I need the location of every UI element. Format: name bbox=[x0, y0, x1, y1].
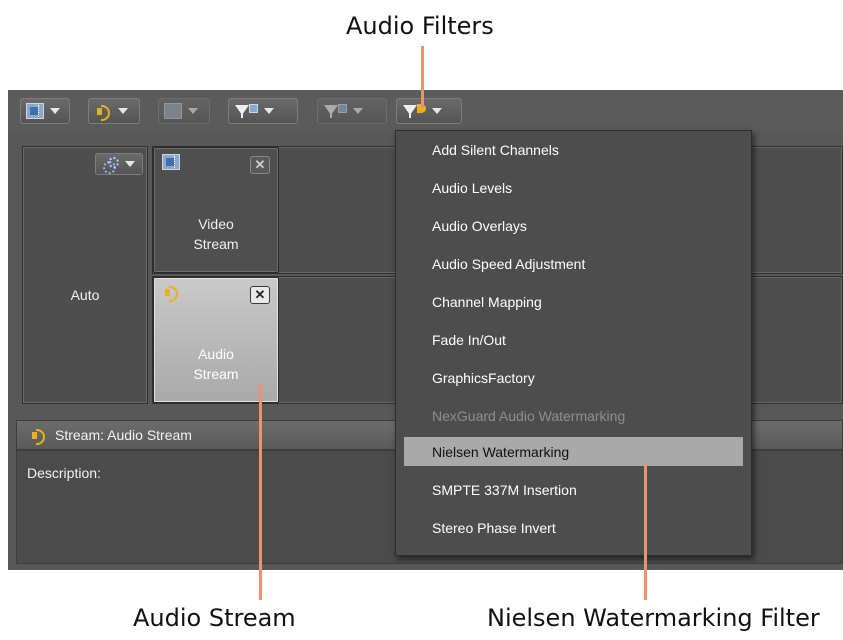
chevron-down-icon bbox=[432, 108, 442, 114]
add-audio-stream-button[interactable] bbox=[88, 98, 140, 124]
menu-item-channel-mapping[interactable]: Channel Mapping bbox=[404, 287, 743, 316]
menu-item-smpte-337m-insertion[interactable]: SMPTE 337M Insertion bbox=[404, 475, 743, 504]
video-stream-tile[interactable]: ✕ Video Stream bbox=[153, 147, 279, 273]
audio-filters-menu: Add Silent Channels Audio Levels Audio O… bbox=[395, 130, 752, 556]
menu-item-nielsen-watermarking[interactable]: Nielsen Watermarking bbox=[404, 437, 743, 466]
data-filters-button[interactable] bbox=[317, 98, 387, 124]
callout-nielsen-filter: Nielsen Watermarking Filter bbox=[487, 604, 820, 632]
video-stream-label: Video Stream bbox=[193, 216, 239, 252]
video-icon bbox=[162, 154, 180, 170]
callout-audio-filters: Audio Filters bbox=[346, 12, 494, 40]
chevron-down-icon bbox=[264, 108, 274, 114]
application-window: Auto ✕ Video Stream ✕ Audio Stream Stream:… bbox=[8, 90, 843, 570]
menu-item-stereo-phase-invert[interactable]: Stereo Phase Invert bbox=[404, 513, 743, 542]
auto-panel[interactable]: Auto bbox=[22, 146, 148, 404]
callout-audio-stream: Audio Stream bbox=[133, 604, 296, 632]
menu-item-audio-speed-adjustment[interactable]: Audio Speed Adjustment bbox=[404, 249, 743, 278]
description-label: Description: bbox=[27, 465, 101, 481]
add-video-stream-button[interactable] bbox=[20, 98, 70, 124]
audio-icon bbox=[94, 103, 112, 121]
menu-item-add-silent-channels[interactable]: Add Silent Channels bbox=[404, 135, 743, 164]
leader-line-audio-stream bbox=[259, 384, 262, 600]
leader-line-nielsen-filter bbox=[644, 464, 647, 600]
menu-item-nexguard-audio-watermarking: NexGuard Audio Watermarking bbox=[432, 407, 626, 424]
leader-line-audio-filters bbox=[421, 46, 424, 108]
chevron-down-icon bbox=[50, 108, 60, 114]
auto-settings-dropdown[interactable] bbox=[95, 153, 143, 175]
auto-label: Auto bbox=[70, 287, 100, 303]
video-icon bbox=[26, 103, 44, 119]
menu-item-graphicsfactory[interactable]: GraphicsFactory bbox=[404, 363, 743, 392]
audio-icon bbox=[29, 427, 47, 445]
audio-stream-label: Audio Stream bbox=[193, 346, 239, 382]
gear-icon bbox=[103, 157, 119, 174]
chevron-down-icon bbox=[118, 108, 128, 114]
data-filter-icon bbox=[323, 103, 347, 119]
menu-item-fade-in-out[interactable]: Fade In/Out bbox=[404, 325, 743, 354]
remove-video-stream-button[interactable]: ✕ bbox=[250, 156, 270, 174]
data-icon bbox=[164, 103, 182, 119]
video-filters-button[interactable] bbox=[228, 98, 298, 124]
chevron-down-icon bbox=[188, 108, 198, 114]
audio-icon bbox=[162, 284, 180, 302]
menu-item-audio-levels[interactable]: Audio Levels bbox=[404, 173, 743, 202]
stream-properties-title: Stream: Audio Stream bbox=[55, 427, 192, 443]
remove-audio-stream-button[interactable]: ✕ bbox=[250, 286, 270, 304]
audio-filters-button[interactable] bbox=[396, 98, 462, 124]
toolbar bbox=[8, 90, 843, 132]
chevron-down-icon bbox=[353, 108, 363, 114]
menu-item-audio-overlays[interactable]: Audio Overlays bbox=[404, 211, 743, 240]
chevron-down-icon bbox=[125, 161, 135, 167]
video-filter-icon bbox=[234, 103, 258, 119]
add-data-stream-button[interactable] bbox=[158, 98, 210, 124]
